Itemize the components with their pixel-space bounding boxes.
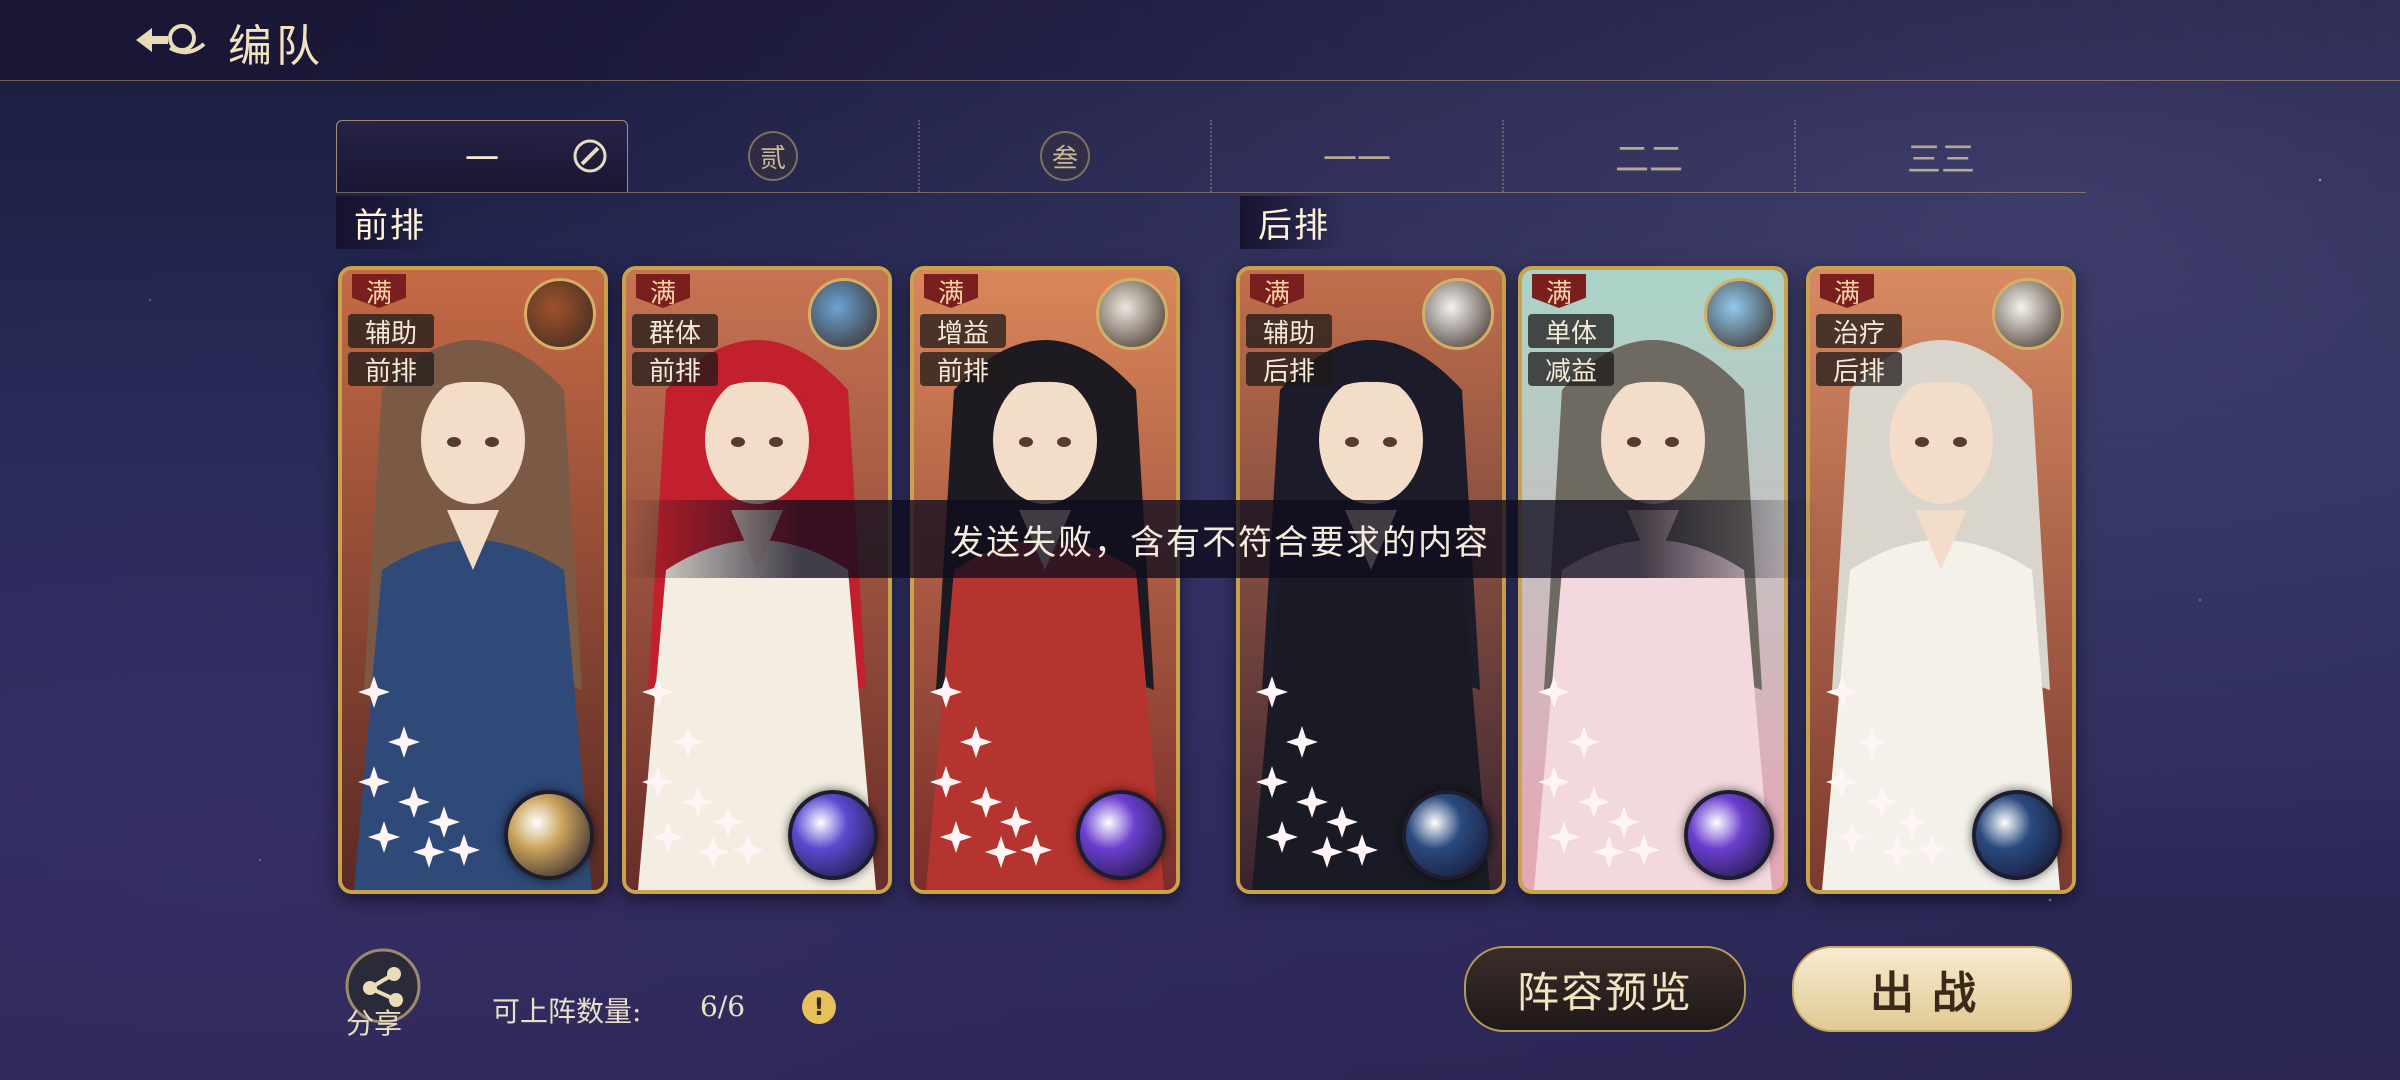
tab-team-5[interactable]: 二二 [1504, 120, 1796, 192]
tab-label: 一 [465, 140, 499, 180]
pet-avatar-icon [524, 278, 596, 350]
attribute-orb-icon [788, 790, 878, 880]
star-rank-icon [1826, 676, 1948, 868]
error-toast: 发送失败，含有不符合要求的内容 [620, 500, 1820, 578]
pet-avatar-icon [1422, 278, 1494, 350]
tab-team-3[interactable]: 叁 [920, 120, 1212, 192]
position-tag: 前排 [632, 352, 718, 387]
role-tag: 增益 [920, 314, 1006, 349]
battle-button[interactable]: 出战 [1792, 946, 2072, 1032]
character-card[interactable]: 满 辅助 后排 [1236, 266, 1506, 894]
tab-team-6[interactable]: 三三 [1796, 120, 2086, 192]
role-tag: 治疗 [1816, 314, 1902, 349]
page-title: 编队 [228, 21, 324, 72]
star-rank-icon [1538, 676, 1660, 868]
deploy-count-label: 可上阵数量: [492, 995, 642, 1028]
top-bar: 编队 [0, 0, 2400, 81]
role-tag: 辅助 [348, 314, 434, 349]
tab-team-4[interactable]: 一一 [1212, 120, 1504, 192]
team-tabs: 一 贰 叁 一一 二二 三三 [336, 120, 2086, 193]
tab-team-2[interactable]: 贰 [628, 120, 920, 192]
role-tag: 群体 [632, 314, 718, 349]
share-label: 分享 [346, 1007, 403, 1040]
pet-avatar-icon [1992, 278, 2064, 350]
attribute-orb-icon [504, 790, 594, 880]
rename-icon[interactable] [571, 137, 609, 175]
star-rank-icon [1256, 676, 1378, 868]
character-card[interactable]: 满 治疗 后排 [1806, 266, 2076, 894]
back-cloud-icon[interactable] [130, 14, 210, 64]
tab-label: 叁 [1040, 131, 1090, 181]
character-card[interactable]: 满 群体 前排 [622, 266, 892, 894]
back-row-label: 后排 [1240, 196, 1348, 249]
tab-label: 一一 [1323, 139, 1391, 180]
star-rank-icon [642, 676, 764, 868]
character-card[interactable]: 满 辅助 前排 [338, 266, 608, 894]
pet-avatar-icon [1704, 278, 1776, 350]
role-tag: 单体 [1528, 314, 1614, 349]
position-tag: 前排 [920, 352, 1006, 387]
pet-avatar-icon [808, 278, 880, 350]
position-tag: 减益 [1528, 352, 1614, 387]
attribute-orb-icon [1402, 790, 1492, 880]
tab-team-1[interactable]: 一 [336, 120, 628, 192]
attribute-orb-icon [1972, 790, 2062, 880]
character-card[interactable]: 满 单体 减益 [1518, 266, 1788, 894]
position-tag: 后排 [1816, 352, 1902, 387]
info-icon[interactable]: ! [802, 990, 836, 1024]
front-row-label: 前排 [336, 196, 444, 249]
star-rank-icon [930, 676, 1052, 868]
role-tag: 辅助 [1246, 314, 1332, 349]
character-card[interactable]: 满 增益 前排 [910, 266, 1180, 894]
star-rank-icon [358, 676, 480, 868]
position-tag: 前排 [348, 352, 434, 387]
attribute-orb-icon [1684, 790, 1774, 880]
pet-avatar-icon [1096, 278, 1168, 350]
deploy-count-value: 6/6 [700, 990, 746, 1023]
tab-label: 贰 [748, 131, 798, 181]
tab-label: 二二 [1615, 139, 1683, 180]
position-tag: 后排 [1246, 352, 1332, 387]
lineup-preview-button[interactable]: 阵容预览 [1464, 946, 1746, 1032]
tab-label: 三三 [1907, 139, 1975, 180]
attribute-orb-icon [1076, 790, 1166, 880]
